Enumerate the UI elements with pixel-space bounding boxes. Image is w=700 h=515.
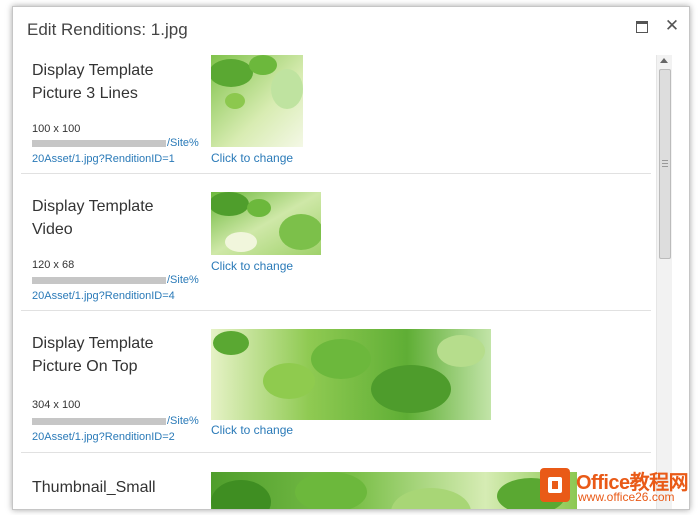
rendition-name: Display Template Video [32,198,154,238]
rendition-dimensions: 304 x 100 [32,399,81,411]
click-to-change-link[interactable]: Click to change [211,151,293,165]
rendition-dimensions: 100 x 100 [32,123,81,135]
ginkgo-leaves-image [211,192,321,255]
rendition-url-line2[interactable]: 20Asset/1.jpg?RenditionID=2 [32,431,175,443]
rendition-row: Display Template Video 120 x 68 /Site% 2… [21,173,651,311]
redacted-url [32,139,166,147]
ginkgo-leaves-image [211,55,303,147]
renditions-list: Display Template Picture 3 Lines 100 x 1… [21,53,655,509]
rendition-name: Thumbnail_Small [32,479,156,496]
watermark-site: www.office26.com [578,490,675,504]
rendition-image[interactable] [211,192,321,255]
rendition-row: Display Template Picture On Top 304 x 10… [21,310,651,453]
maximize-icon[interactable] [633,17,651,35]
scroll-up-arrow-icon[interactable] [660,58,668,63]
rendition-image[interactable] [211,472,577,509]
rendition-image[interactable] [211,329,491,420]
close-icon[interactable]: ✕ [663,17,681,35]
click-to-change-link[interactable]: Click to change [211,259,293,273]
rendition-image[interactable] [211,55,303,147]
vertical-scrollbar[interactable] [656,55,672,509]
office-logo-icon [540,468,570,502]
rendition-url-line1[interactable]: /Site% [32,137,199,149]
office26-watermark: Office教程网 www.office26.com [534,462,698,508]
rendition-row: Display Template Picture 3 Lines 100 x 1… [21,53,651,174]
dialog-title: Edit Renditions: 1.jpg [27,20,188,39]
rendition-name: Display Template Picture 3 Lines [32,62,154,102]
rendition-url-line1[interactable]: /Site% [32,274,199,286]
rendition-url-line2[interactable]: 20Asset/1.jpg?RenditionID=4 [32,290,175,302]
redacted-url [32,276,166,284]
click-to-change-link[interactable]: Click to change [211,423,293,437]
rendition-url-line1[interactable]: /Site% [32,415,199,427]
rendition-dimensions: 120 x 68 [32,259,75,271]
redacted-url [32,417,166,425]
edit-renditions-dialog: Edit Renditions: 1.jpg ✕ Display Templat… [12,6,690,510]
rendition-name: Display Template Picture On Top [32,335,154,375]
rendition-url-line2[interactable]: 20Asset/1.jpg?RenditionID=1 [32,153,175,165]
scroll-thumb[interactable] [659,69,671,259]
ginkgo-leaves-image [211,329,491,420]
ginkgo-leaves-image [211,472,577,509]
